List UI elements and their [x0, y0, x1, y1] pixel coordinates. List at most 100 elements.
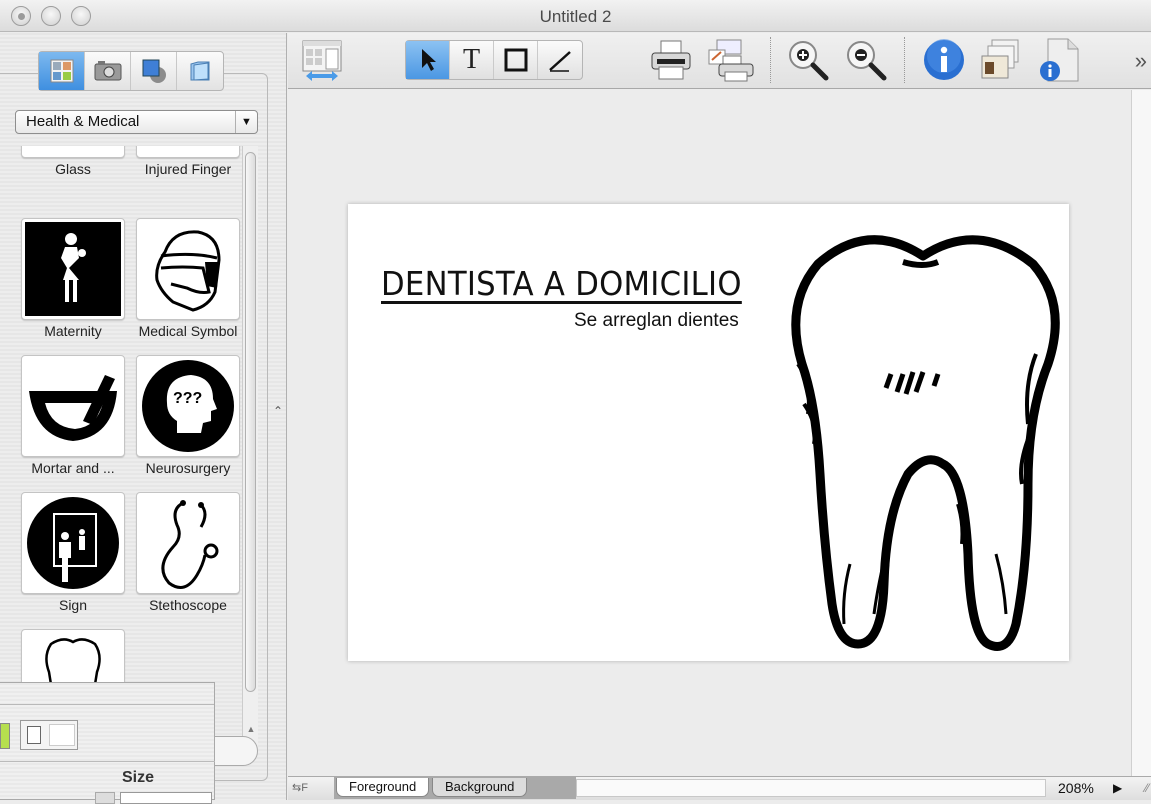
fill-color-swatch: [49, 724, 75, 746]
clipart-grid-icon: [50, 59, 73, 83]
layer-swap-button[interactable]: ⇆F: [292, 781, 308, 794]
print-batch-button[interactable]: [706, 38, 756, 82]
zoom-out-button[interactable]: [842, 38, 890, 82]
injured-finger-thumbnail: [136, 146, 240, 158]
document-info-icon: [1040, 38, 1079, 82]
canvas-area: DENTISTA A DOMICILIO Se arreglan dientes: [288, 90, 1131, 776]
drawing-tools: T: [405, 40, 583, 80]
neurosurgery-icon: ???: [142, 360, 234, 452]
clip-art-grid: Glass Injured Finger Maternity Medical S…: [15, 146, 243, 724]
canvas-horizontal-scrollbar[interactable]: [576, 779, 1046, 797]
clip-label: Glass: [55, 161, 91, 177]
toolbar-separator: [770, 37, 771, 83]
tab-clip-art[interactable]: [39, 52, 85, 90]
text-tool-button[interactable]: T: [450, 41, 494, 79]
clip-item[interactable]: Glass: [21, 146, 125, 177]
line-tool-button[interactable]: [538, 41, 582, 79]
tab-foreground[interactable]: Foreground: [336, 778, 430, 797]
neurosurgery-thumbnail: ???: [136, 355, 240, 457]
toolbar: T »: [288, 33, 1151, 89]
zoom-level: 208%: [1058, 780, 1094, 796]
clip-item[interactable]: ??? Neurosurgery: [136, 355, 240, 476]
text-icon: T: [462, 44, 481, 75]
shapes-icon: [142, 59, 166, 83]
document-subtitle-text[interactable]: Se arreglan dientes: [574, 310, 739, 332]
address-cards-icon: [981, 39, 1019, 79]
category-select[interactable]: Health & Medical ▼: [15, 110, 258, 134]
sign-icon: [27, 497, 119, 589]
zoom-in-button[interactable]: [784, 38, 832, 82]
arrow-pointer-icon: [421, 49, 436, 71]
zoom-out-icon: [847, 41, 887, 81]
tooth-clipart[interactable]: [778, 224, 1068, 654]
document-title-text[interactable]: DENTISTA A DOMICILIO: [381, 264, 742, 303]
inspector-panel: Size: [0, 682, 215, 804]
stroke-color-well[interactable]: [0, 723, 10, 749]
document-page[interactable]: DENTISTA A DOMICILIO Se arreglan dientes: [348, 204, 1069, 661]
clip-label: Maternity: [44, 323, 102, 339]
tab-background[interactable]: Background: [432, 778, 528, 797]
print-batch-icon: [708, 39, 754, 82]
scrollbar-thumb[interactable]: [245, 152, 256, 692]
library-scrollbar[interactable]: ▲ ▼: [242, 146, 258, 754]
folder-icon: [190, 61, 210, 81]
toggle-library-button[interactable]: [298, 38, 346, 82]
zoom-menu-arrow-icon[interactable]: ▶: [1113, 781, 1122, 795]
maternity-thumbnail: [21, 218, 125, 320]
document-info-button[interactable]: [1036, 38, 1084, 82]
clip-label: Neurosurgery: [145, 460, 231, 476]
inspector-header: [0, 683, 214, 705]
printer-icon: [651, 40, 691, 80]
layer-tabs: Foreground Background: [334, 777, 576, 799]
clip-item[interactable]: Maternity: [21, 218, 125, 339]
window-title: Untitled 2: [539, 7, 612, 26]
address-book-button[interactable]: [976, 38, 1024, 82]
clip-label: Sign: [58, 597, 88, 613]
tab-shapes[interactable]: [131, 52, 177, 90]
clip-label: Injured Finger: [144, 161, 232, 177]
line-icon: [549, 51, 571, 72]
select-tool-button[interactable]: [406, 41, 450, 79]
library-toggle-icon: [302, 40, 342, 81]
clip-item[interactable]: Medical Symbol: [136, 218, 240, 339]
layer-toggle-label: F: [301, 782, 308, 794]
print-button[interactable]: [648, 38, 694, 82]
clip-item[interactable]: Injured Finger: [136, 146, 240, 177]
toolbar-separator: [904, 37, 905, 83]
stethoscope-icon: [161, 500, 219, 589]
sign-thumbnail: [21, 492, 125, 594]
mortar-pestle-icon: [29, 375, 117, 441]
mortar-and-pestle-thumbnail: [21, 355, 125, 457]
maternity-icon: [25, 222, 121, 316]
glass-thumbnail: [21, 146, 125, 158]
info-icon: [924, 39, 964, 80]
rectangle-tool-button[interactable]: [494, 41, 538, 79]
clip-item[interactable]: Stethoscope: [136, 492, 240, 613]
swap-arrow-icon: ⇆: [292, 782, 302, 794]
status-bar: ⇆F Foreground Background 208% ▶ ⁄⁄: [288, 776, 1151, 800]
rectangle-icon: [504, 48, 527, 72]
title-bar: Untitled 2: [0, 0, 1151, 32]
info-button[interactable]: [920, 38, 968, 82]
size-field[interactable]: [120, 792, 212, 804]
tab-folder[interactable]: [177, 52, 223, 90]
medical-symbol-thumbnail: [136, 218, 240, 320]
tab-photos[interactable]: [85, 52, 131, 90]
surgeon-head-icon: [155, 230, 221, 312]
panel-collapse-handle[interactable]: ⌃: [273, 404, 283, 418]
clip-item[interactable]: Mortar and ...: [21, 355, 125, 476]
divider: [0, 761, 215, 762]
resize-grip-icon[interactable]: ⁄⁄: [1145, 781, 1149, 795]
clip-item[interactable]: Sign: [21, 492, 125, 613]
zoom-in-icon: [789, 41, 829, 81]
fill-color-well[interactable]: [20, 720, 78, 750]
canvas-vertical-scrollbar[interactable]: [1131, 90, 1151, 776]
toolbar-overflow-button[interactable]: »: [1135, 48, 1147, 74]
library-source-tabs: [38, 51, 224, 91]
clip-label: Medical Symbol: [138, 323, 238, 339]
clip-label: Stethoscope: [149, 597, 227, 613]
camera-icon: [94, 61, 121, 81]
stethoscope-thumbnail: [136, 492, 240, 594]
size-stepper[interactable]: [95, 792, 115, 804]
svg-text:???: ???: [173, 390, 202, 407]
